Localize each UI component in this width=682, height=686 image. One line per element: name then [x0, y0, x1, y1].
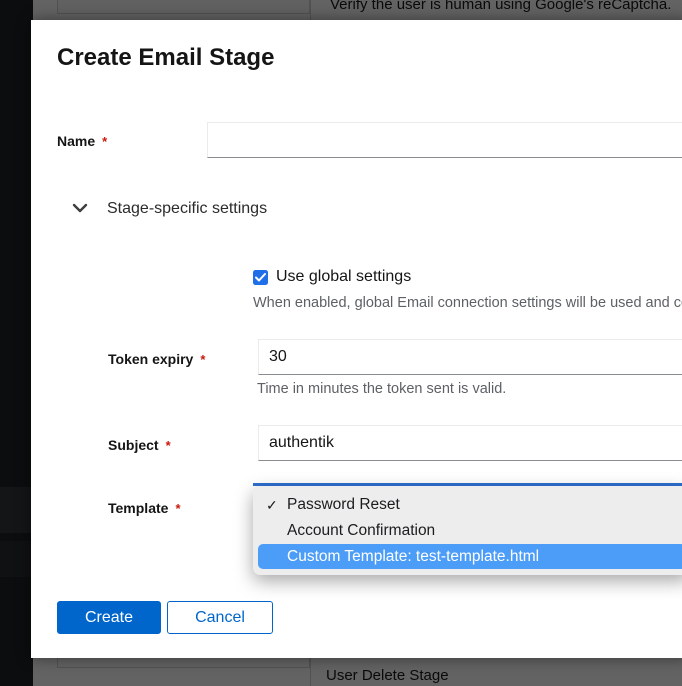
option-label: Password Reset [287, 496, 400, 513]
option-custom-template[interactable]: Custom Template: test-template.html [253, 544, 682, 570]
section-toggle-stage-specific-settings[interactable]: Stage-specific settings [107, 200, 267, 218]
create-button[interactable]: Create [57, 601, 161, 634]
option-label: Custom Template: test-template.html [287, 548, 539, 565]
required-asterisk: * [175, 501, 180, 516]
required-asterisk: * [200, 352, 205, 367]
option-label: Account Confirmation [287, 522, 435, 539]
subject-input[interactable] [258, 425, 682, 461]
token-expiry-input[interactable] [258, 339, 682, 375]
token-expiry-help: Time in minutes the token sent is valid. [257, 381, 682, 397]
selected-check-icon: ✓ [266, 492, 278, 518]
option-password-reset[interactable]: ✓ Password Reset [253, 492, 682, 518]
subject-label: Subject [108, 437, 159, 453]
name-label: Name [57, 133, 95, 149]
required-asterisk: * [166, 438, 171, 453]
option-account-confirmation[interactable]: Account Confirmation [253, 518, 682, 544]
subject-label-row: Subject * [108, 437, 171, 455]
create-button-label: Create [85, 609, 133, 627]
check-icon [255, 273, 266, 282]
name-input[interactable] [207, 122, 682, 158]
cancel-button-label: Cancel [195, 609, 245, 627]
token-expiry-label: Token expiry [108, 351, 193, 367]
token-expiry-label-row: Token expiry * [108, 351, 205, 369]
name-field-label-row: Name * [57, 133, 107, 151]
use-global-settings-label[interactable]: Use global settings [276, 268, 411, 286]
use-global-settings-checkbox[interactable] [253, 270, 268, 285]
required-asterisk: * [102, 134, 107, 149]
modal-title: Create Email Stage [57, 44, 274, 72]
template-label-row: Template * [108, 500, 181, 518]
template-label: Template [108, 500, 168, 516]
template-select-popup: ✓ Password Reset Account Confirmation Cu… [253, 486, 682, 575]
chevron-down-icon[interactable] [72, 201, 88, 215]
cancel-button[interactable]: Cancel [167, 601, 273, 634]
use-global-settings-help: When enabled, global Email connection se… [253, 295, 682, 311]
